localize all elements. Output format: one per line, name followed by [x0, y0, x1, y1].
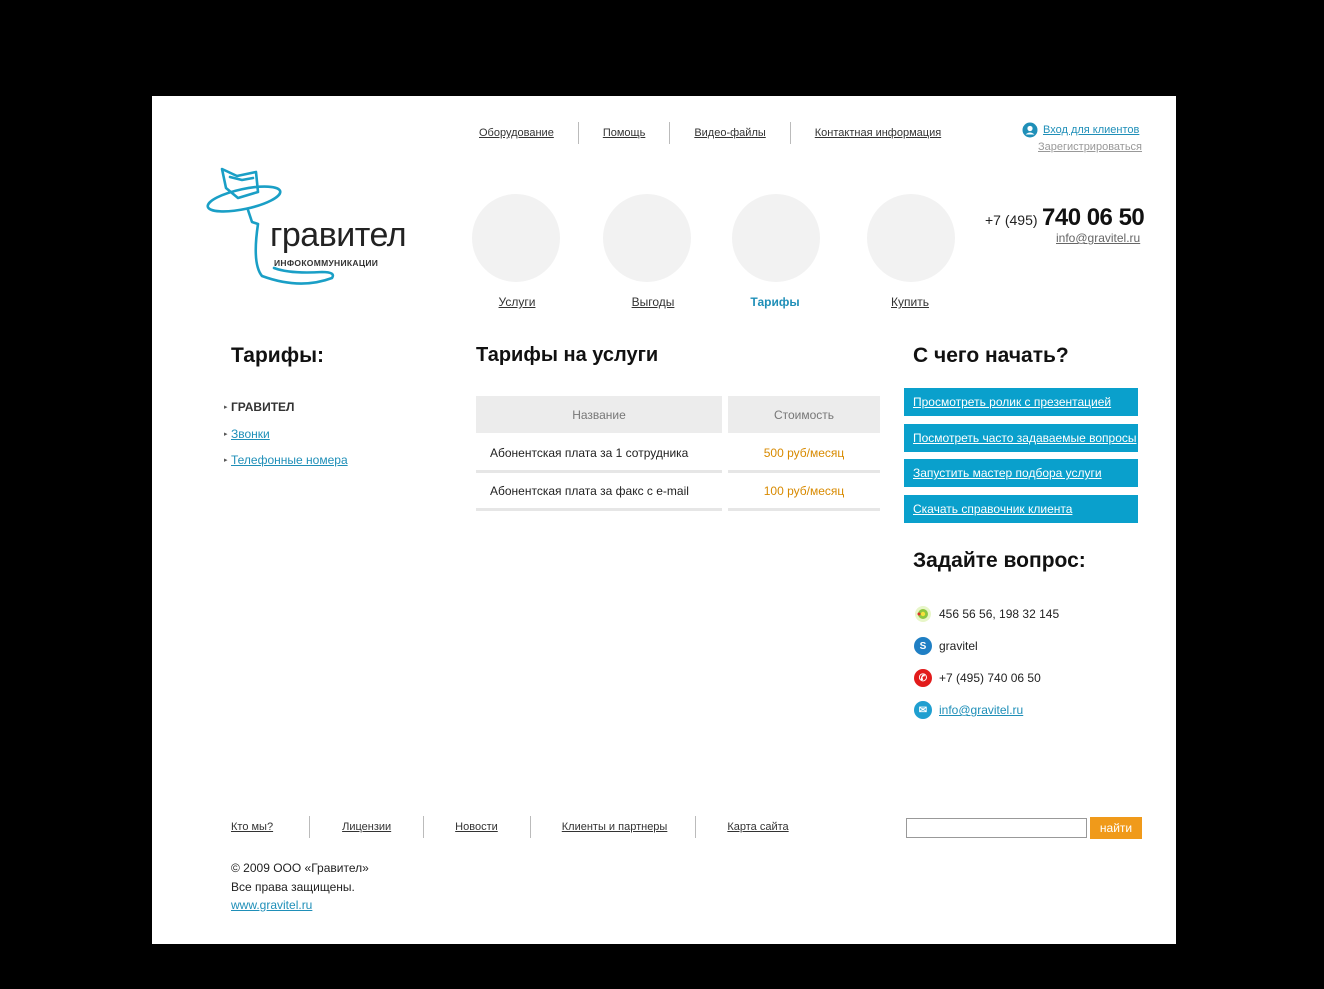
- divider: [423, 816, 425, 838]
- sidebar-item-calls[interactable]: ▸ Звонки: [224, 421, 348, 448]
- sidebar-item-phone-numbers[interactable]: ▸ Телефонные номера: [224, 447, 348, 474]
- footer-about[interactable]: Кто мы?: [231, 821, 273, 833]
- page-title: Тарифы на услуги: [476, 344, 659, 366]
- logo-title: гравител: [270, 216, 407, 254]
- buy-circle-icon[interactable]: [867, 194, 955, 282]
- button-label: Просмотреть ролик с презентацией: [913, 395, 1112, 409]
- contact-list: 456 56 56, 198 32 145 S gravitel ✆ +7 (4…: [914, 598, 1059, 726]
- divider: [309, 816, 311, 838]
- column-header-name: Название: [476, 396, 722, 433]
- footer-licenses[interactable]: Лицензии: [342, 821, 391, 833]
- main-nav-benefits[interactable]: Выгоды: [593, 295, 713, 309]
- logo[interactable]: гравител ИНФОКОММУНИКАЦИИ: [204, 164, 444, 294]
- service-wizard-button[interactable]: Запустить мастер подбора услуги: [904, 459, 1138, 487]
- divider: [695, 816, 697, 838]
- client-login[interactable]: Вход для клиентов: [1022, 122, 1139, 138]
- mail-icon: ✉: [914, 701, 932, 719]
- sidebar-item-gravitel[interactable]: ▸ ГРАВИТЕЛ: [224, 394, 348, 421]
- top-nav-video[interactable]: Видео-файлы: [670, 127, 789, 139]
- phone-icon: ✆: [914, 669, 932, 687]
- button-label: Скачать справочник клиента: [913, 501, 1073, 516]
- skype-name: gravitel: [939, 639, 978, 653]
- table-row-name: Абонентская плата за 1 сотрудника: [476, 436, 722, 473]
- contact-email: ✉ info@gravitel.ru: [914, 694, 1059, 726]
- copyright: © 2009 ООО «Гравител»: [231, 861, 369, 875]
- sidebar-nav: ▸ ГРАВИТЕЛ ▸ Звонки ▸ Телефонные номера: [224, 394, 348, 474]
- table-row-price: 500 руб/месяц: [728, 436, 880, 473]
- services-circle-icon[interactable]: [472, 194, 560, 282]
- contact-phone: ✆ +7 (495) 740 06 50: [914, 662, 1059, 694]
- main-nav-services[interactable]: Услуги: [457, 295, 577, 309]
- watch-presentation-button[interactable]: Просмотреть ролик с презентацией: [904, 388, 1138, 416]
- footer-nav: Кто мы? Лицензии Новости Клиенты и партн…: [231, 816, 789, 838]
- table-row-name: Абонентская плата за факс с e-mail: [476, 474, 722, 511]
- bullet-icon: ▸: [224, 404, 228, 412]
- contact-phone-number: +7 (495) 740 06 50: [939, 671, 1041, 685]
- skype-icon: S: [914, 637, 932, 655]
- user-icon: [1022, 122, 1038, 138]
- sidebar-item-label: Звонки: [231, 426, 270, 441]
- bullet-icon: ▸: [224, 430, 228, 438]
- phone-number: 740 06 50: [1042, 204, 1145, 231]
- footer-news[interactable]: Новости: [455, 821, 498, 833]
- footer-clients[interactable]: Клиенты и партнеры: [562, 821, 668, 833]
- top-nav-help[interactable]: Помощь: [579, 127, 670, 139]
- main-nav-tariffs[interactable]: Тарифы: [715, 295, 835, 309]
- page: Оборудование Помощь Видео-файлы Контактн…: [152, 96, 1176, 944]
- icq-numbers: 456 56 56, 198 32 145: [939, 607, 1060, 621]
- register-link[interactable]: Зарегистрироваться: [1038, 141, 1142, 153]
- sidebar-heading: Тарифы:: [231, 344, 325, 367]
- contact-email-link[interactable]: info@gravitel.ru: [939, 703, 1023, 717]
- copyright-block: © 2009 ООО «Гравител» Все права защищены…: [231, 859, 369, 915]
- search-form: найти: [906, 817, 1142, 839]
- sidebar-item-label: ГРАВИТЕЛ: [231, 400, 295, 415]
- bullet-icon: ▸: [224, 457, 228, 465]
- header-phone: +7 (495) 740 06 50: [985, 204, 1145, 232]
- footer-sitemap[interactable]: Карта сайта: [727, 821, 788, 833]
- top-nav: Оборудование Помощь Видео-файлы Контактн…: [455, 122, 965, 144]
- button-label: Запустить мастер подбора услуги: [913, 466, 1102, 480]
- search-input[interactable]: [906, 818, 1087, 838]
- tariffs-circle-icon[interactable]: [732, 194, 820, 282]
- sidebar-item-label: Телефонные номера: [231, 453, 348, 468]
- main-nav-buy[interactable]: Купить: [850, 295, 970, 309]
- search-button[interactable]: найти: [1090, 817, 1142, 839]
- table-row-price: 100 руб/месяц: [728, 474, 880, 511]
- ask-heading: Задайте вопрос:: [913, 549, 1086, 572]
- faq-button[interactable]: Посмотреть часто задаваемые вопросы: [904, 423, 1138, 452]
- header-email[interactable]: info@gravitel.ru: [1056, 231, 1140, 245]
- phone-code: +7 (495): [985, 212, 1038, 228]
- column-header-price: Стоимость: [728, 396, 880, 433]
- table-cell: Абонентская плата за 1 сотрудника: [490, 446, 689, 460]
- site-link[interactable]: www.gravitel.ru: [231, 896, 369, 915]
- contact-icq: 456 56 56, 198 32 145: [914, 598, 1059, 630]
- table-cell: Абонентская плата за факс с e-mail: [490, 484, 689, 498]
- top-nav-equipment[interactable]: Оборудование: [455, 127, 578, 139]
- logo-subtitle: ИНФОКОММУНИКАЦИИ: [274, 258, 379, 268]
- icq-icon: [915, 606, 931, 622]
- divider: [529, 816, 531, 838]
- start-heading: С чего начать?: [913, 344, 1069, 367]
- contact-skype: S gravitel: [914, 630, 1059, 662]
- benefits-circle-icon[interactable]: [603, 194, 691, 282]
- button-label: Посмотреть часто задаваемые вопросы: [913, 430, 1137, 445]
- download-guide-button[interactable]: Скачать справочник клиента: [904, 494, 1138, 523]
- client-login-label: Вход для клиентов: [1043, 124, 1140, 136]
- top-nav-contacts[interactable]: Контактная информация: [791, 127, 965, 139]
- start-buttons: Просмотреть ролик с презентацией Посмотр…: [904, 388, 1138, 530]
- rights-reserved: Все права защищены.: [231, 879, 355, 894]
